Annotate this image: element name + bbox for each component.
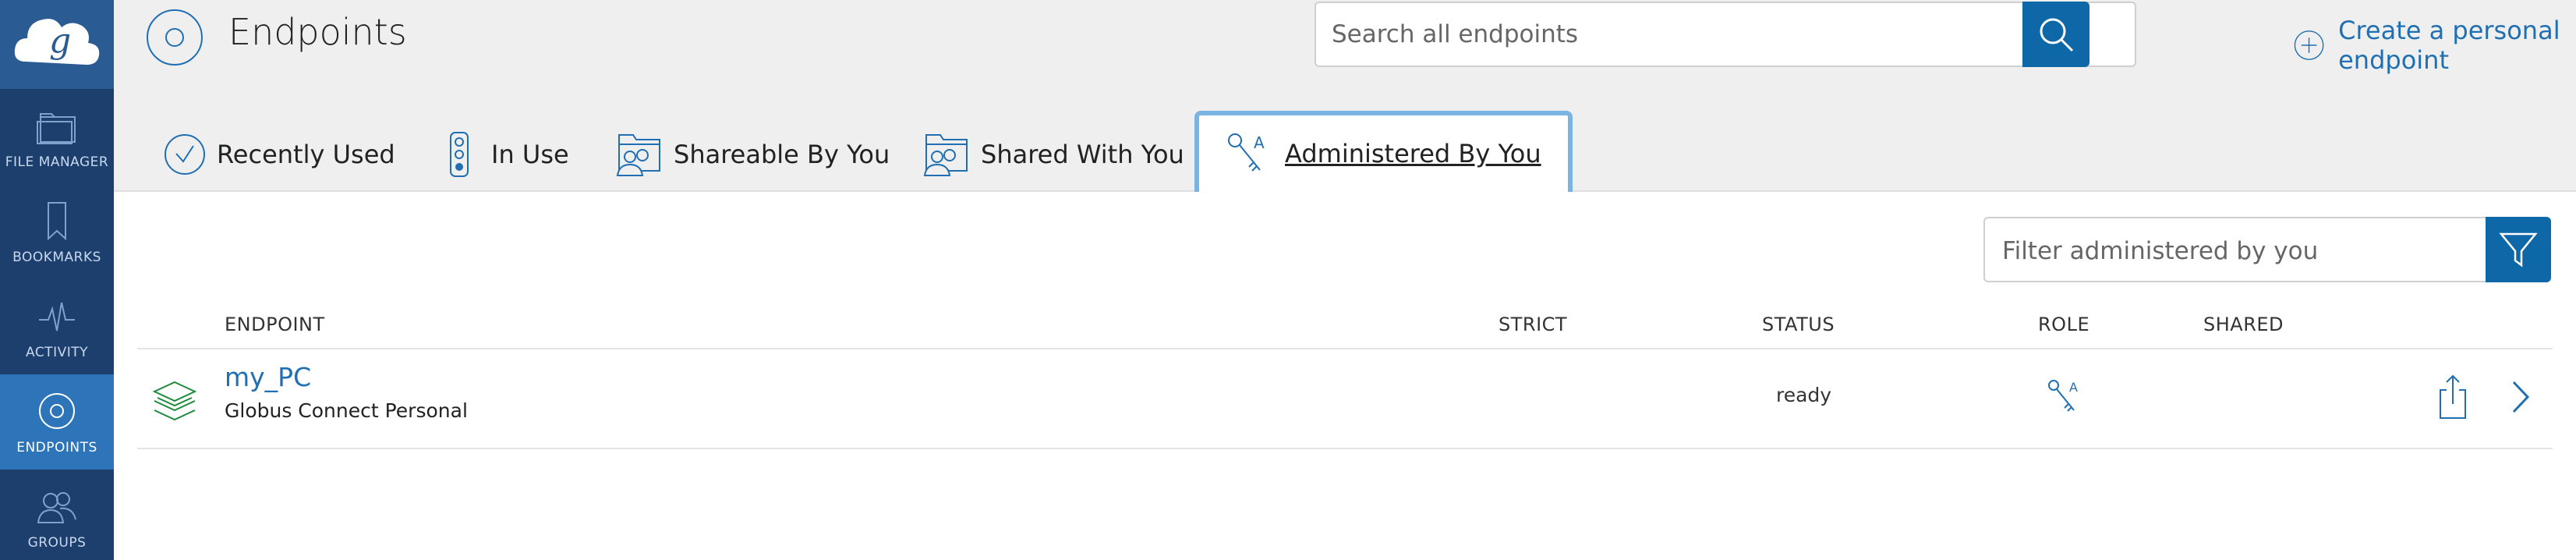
sidebar-item-bookmarks[interactable]: BOOKMARKS — [0, 184, 114, 279]
filter-input[interactable] — [2002, 234, 2501, 268]
sidebar-item-activity[interactable]: ACTIVITY — [0, 279, 114, 374]
search-icon — [2040, 18, 2074, 52]
search-input[interactable] — [1332, 17, 1955, 51]
row-divider — [137, 448, 2553, 449]
search-button[interactable] — [2022, 2, 2089, 67]
sidebar-item-endpoints[interactable]: ENDPOINTS — [0, 374, 114, 470]
column-header-shared[interactable]: SHARED — [2203, 314, 2284, 335]
search-box — [1315, 2, 2136, 67]
chevron-right-icon[interactable] — [2509, 379, 2532, 415]
tab-shared-with-you[interactable]: Shared With You — [918, 117, 1184, 192]
keys-icon: A — [2048, 380, 2078, 412]
people-icon — [37, 492, 76, 523]
tab-label: Recently Used — [217, 140, 395, 169]
shared-folder-people-icon — [923, 134, 968, 176]
row-divider — [137, 348, 2553, 349]
sidebar-item-label: ENDPOINTS — [16, 440, 97, 455]
endpoint-circle-icon — [147, 9, 203, 66]
sidebar-item-label: ACTIVITY — [25, 345, 88, 360]
create-personal-endpoint-link[interactable]: Create a personal endpoint — [2294, 16, 2576, 75]
keys-icon: A — [1228, 133, 1265, 172]
tab-in-use[interactable]: In Use — [448, 117, 569, 192]
sidebar-item-groups[interactable]: GROUPS — [0, 470, 114, 560]
clock-icon — [165, 134, 205, 175]
svg-text:g: g — [49, 21, 71, 61]
endpoint-name-link[interactable]: my_PC — [225, 362, 311, 392]
tab-label: Shareable By You — [674, 140, 890, 169]
share-upload-icon[interactable] — [2437, 374, 2468, 420]
funnel-icon — [2499, 232, 2538, 268]
traffic-light-icon — [450, 132, 469, 177]
sidebar-item-label: BOOKMARKS — [12, 250, 101, 265]
create-link-label: Create a personal endpoint — [2338, 16, 2560, 75]
sidebar: g FILE MANAGER BOOKMARKS ACTIVITY ENDPOI… — [0, 0, 114, 560]
globus-logo[interactable]: g — [0, 0, 114, 89]
plus-circle-icon — [2294, 30, 2324, 60]
endpoint-circle-icon — [39, 393, 75, 429]
tab-shareable-by-you[interactable]: Shareable By You — [611, 117, 890, 192]
folder-icon — [37, 113, 76, 144]
tab-recently-used[interactable]: Recently Used — [164, 117, 395, 192]
tab-label: In Use — [491, 140, 569, 169]
column-header-role[interactable]: ROLE — [2038, 314, 2089, 335]
pulse-icon — [39, 302, 75, 331]
endpoint-type: Globus Connect Personal — [225, 399, 468, 422]
filter-button[interactable] — [2486, 217, 2551, 282]
bookmark-icon — [48, 202, 66, 240]
svg-text:A: A — [1254, 133, 1265, 152]
column-header-status[interactable]: STATUS — [1762, 314, 1835, 335]
sidebar-item-label: FILE MANAGER — [5, 154, 109, 170]
sidebar-item-file-manager[interactable]: FILE MANAGER — [0, 89, 114, 184]
svg-text:A: A — [2069, 380, 2078, 395]
tab-administered-by-you[interactable]: A Administered By You — [1194, 111, 1573, 192]
column-header-strict[interactable]: STRICT — [1499, 314, 1567, 335]
page-header: Endpoints Create a personal endpoint Rec… — [114, 0, 2576, 192]
tab-label: Shared With You — [981, 140, 1184, 169]
page-title: Endpoints — [228, 11, 407, 53]
shared-folder-people-icon — [616, 134, 660, 176]
sidebar-item-label: GROUPS — [27, 535, 87, 551]
stacked-layers-icon — [152, 381, 197, 421]
globus-cloud-logo-icon: g — [14, 19, 100, 65]
column-header-endpoint[interactable]: ENDPOINT — [225, 314, 325, 335]
filter-box — [1983, 217, 2521, 282]
status-text: ready — [1776, 384, 1832, 406]
tab-label: Administered By You — [1285, 139, 1541, 168]
